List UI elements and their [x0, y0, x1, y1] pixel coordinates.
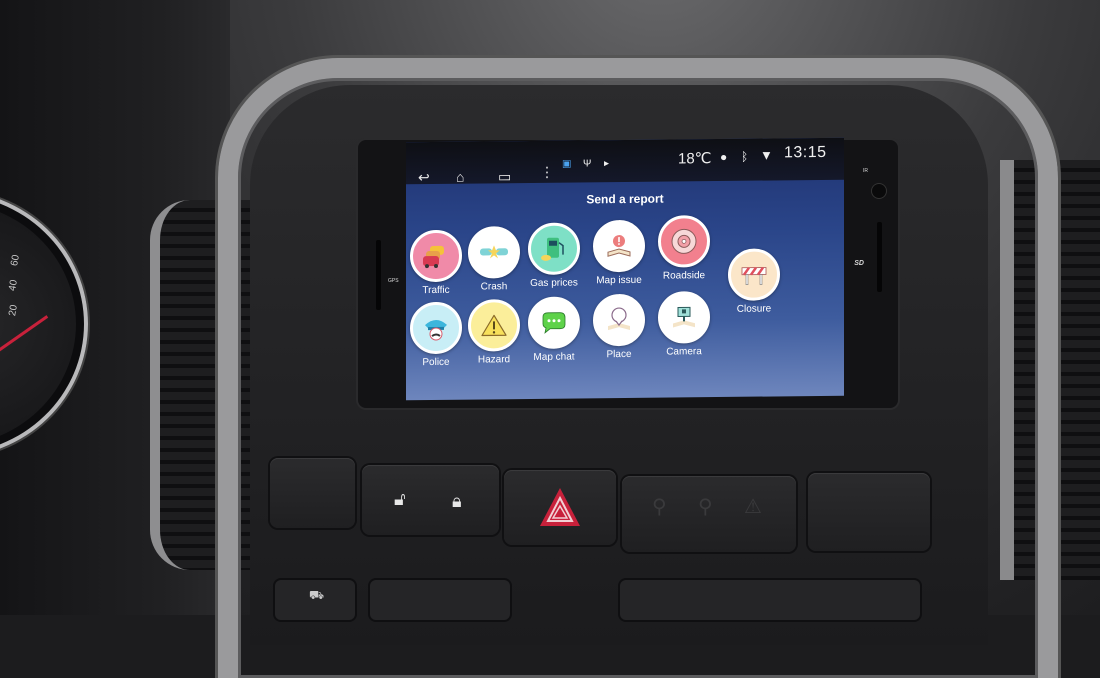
- report-label: Closure: [736, 303, 772, 315]
- report-map-issue[interactable]: Map issue: [587, 219, 651, 287]
- seatbelt-icon: ⚠: [744, 496, 762, 518]
- page-title: Send a report: [586, 191, 664, 207]
- chat-bubble-icon: [528, 296, 580, 350]
- sd-label: SD: [854, 260, 864, 267]
- report-label: Traffic: [422, 284, 450, 297]
- gauge-tick: 60: [9, 254, 22, 267]
- tire-icon: [658, 215, 710, 268]
- crash-cars-icon: [468, 226, 520, 279]
- ir-label: IR: [863, 168, 868, 174]
- report-place[interactable]: Place: [587, 293, 651, 361]
- report-police[interactable]: Police: [406, 301, 468, 369]
- gauge-tick: 20: [7, 304, 20, 317]
- screen-icon: ▣: [562, 158, 572, 170]
- report-closure[interactable]: Closure: [722, 248, 786, 315]
- airbag-indicator-panel: ⚲ ⚲ ⚠: [622, 476, 796, 552]
- unlock-icon[interactable]: 🔓︎: [394, 489, 406, 510]
- traffic-cars-icon: [410, 229, 462, 283]
- warning-triangle-icon: [468, 299, 520, 352]
- lock-unlock-button[interactable]: 🔓︎ 🔒︎: [362, 465, 499, 535]
- place-pin-icon: [593, 293, 645, 347]
- report-crash[interactable]: Crash: [462, 226, 526, 293]
- status-bar: ↩ ⌂ ▭ ⋮ ▣ Ψ ▸ 18℃ ● ᛒ ▼ 13:15: [406, 137, 844, 185]
- report-hazard[interactable]: Hazard: [462, 299, 526, 366]
- airbag-off-icon: ⚲: [698, 496, 713, 518]
- recent-apps-icon[interactable]: ▭: [498, 168, 511, 184]
- report-label: Hazard: [477, 354, 511, 366]
- home-icon[interactable]: ⌂: [456, 169, 464, 185]
- gps-card-slot[interactable]: [376, 240, 381, 310]
- report-label: Roadside: [662, 270, 706, 282]
- lock-icon[interactable]: 🔒︎: [452, 491, 462, 512]
- report-label: Gas prices: [530, 277, 578, 289]
- bluetooth-icon: ᛒ: [741, 149, 749, 164]
- lower-console-button[interactable]: [370, 580, 510, 620]
- traction-control-button[interactable]: ⛟: [275, 580, 355, 620]
- sd-card-slot[interactable]: [877, 222, 882, 292]
- android-screen: ↩ ⌂ ▭ ⋮ ▣ Ψ ▸ 18℃ ● ᛒ ▼ 13:15 Send a rep…: [406, 137, 844, 401]
- temperature: 18℃: [678, 150, 712, 168]
- lower-console-strip: [620, 580, 920, 620]
- blank-right-button[interactable]: [808, 473, 930, 551]
- overflow-menu-icon[interactable]: ⋮: [540, 164, 554, 180]
- police-cap-icon: [410, 301, 462, 355]
- hazard-lights-button[interactable]: [504, 470, 616, 545]
- report-label: Place: [606, 348, 632, 361]
- report-map-chat[interactable]: Map chat: [522, 296, 586, 363]
- play-store-icon: ▸: [604, 158, 610, 170]
- back-arrow-icon[interactable]: ↩: [418, 169, 430, 185]
- report-roadside[interactable]: Roadside: [652, 215, 716, 282]
- location-icon: ●: [720, 149, 728, 165]
- report-label: Map issue: [596, 274, 642, 287]
- reset-button[interactable]: [872, 184, 886, 198]
- report-label: Crash: [480, 281, 508, 293]
- passenger-airbag-icon: ⚲: [652, 496, 667, 518]
- report-traffic[interactable]: Traffic: [406, 229, 468, 297]
- hazard-triangle-icon: [540, 488, 580, 526]
- wifi-icon: ▼: [760, 147, 773, 163]
- clock: 13:15: [784, 143, 827, 162]
- gps-label: GPS: [388, 278, 399, 284]
- car-icon: ⛟: [309, 588, 325, 602]
- blank-left-button[interactable]: [270, 458, 355, 528]
- gauge-tick: 40: [7, 279, 20, 292]
- report-gas-prices[interactable]: Gas prices: [522, 222, 586, 289]
- road-barrier-icon: [728, 248, 780, 301]
- report-camera[interactable]: Camera: [652, 291, 716, 358]
- map-alert-icon: [593, 219, 645, 273]
- report-label: Police: [422, 356, 450, 369]
- report-label: Map chat: [533, 351, 575, 363]
- fuel-pump-icon: [528, 222, 580, 276]
- report-label: Camera: [666, 346, 702, 358]
- usb-icon: Ψ: [583, 158, 592, 170]
- speed-camera-icon: [658, 291, 710, 344]
